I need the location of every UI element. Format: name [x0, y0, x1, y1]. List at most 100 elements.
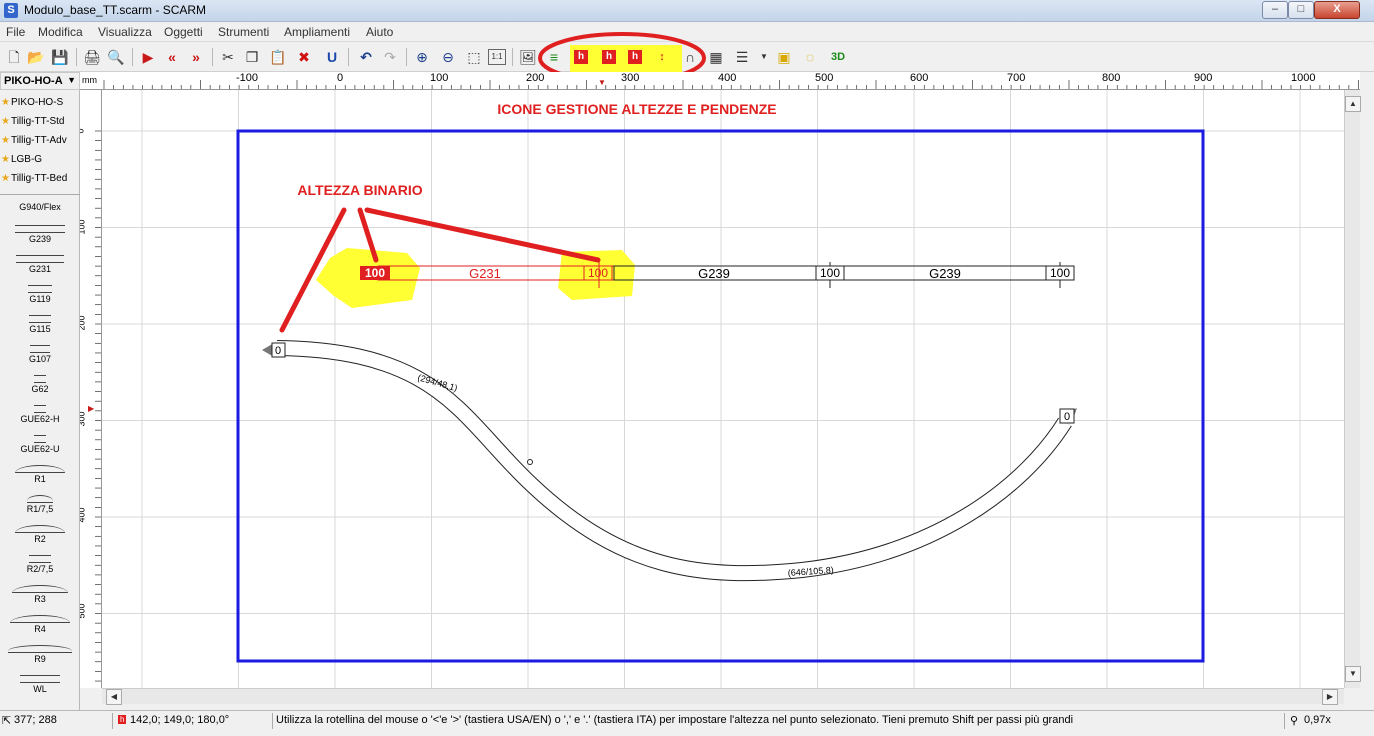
- library-selector[interactable]: PIKO-HO-A ▼: [0, 72, 80, 90]
- star-icon: ★: [1, 97, 10, 108]
- star-icon: ★: [1, 135, 10, 146]
- zoom-1to1-icon[interactable]: 1:1: [488, 49, 506, 65]
- menu-oggetti[interactable]: Oggetti: [164, 25, 203, 39]
- menu-visualizza[interactable]: Visualizza: [98, 25, 152, 39]
- horizontal-scrollbar[interactable]: ◀ ▶: [102, 688, 1344, 705]
- paste-icon[interactable]: 📋: [268, 47, 288, 67]
- track-label: G231: [469, 266, 501, 281]
- scroll-right-button[interactable]: ▶: [1322, 689, 1338, 705]
- library-sidebar: ★PIKO-HO-S ★Tillig-TT-Std ★Tillig-TT-Adv…: [0, 90, 80, 710]
- library-item[interactable]: ★LGB-G: [1, 150, 79, 169]
- ruler-label: 0: [80, 128, 86, 133]
- track-piece[interactable]: G119: [2, 282, 78, 312]
- track-piece[interactable]: GUE62-H: [2, 402, 78, 432]
- height-value: 100: [588, 266, 608, 280]
- track-piece[interactable]: R1/7,5: [2, 492, 78, 522]
- track-piece[interactable]: G62: [2, 372, 78, 402]
- star-icon: ★: [1, 154, 10, 165]
- menu-aiuto[interactable]: Aiuto: [366, 25, 393, 39]
- track-midpoint: [527, 459, 533, 465]
- chevron-down-icon[interactable]: ▼: [754, 47, 774, 67]
- scroll-down-button[interactable]: ▼: [1345, 666, 1361, 682]
- flex-track[interactable]: [276, 340, 1072, 582]
- layout-canvas[interactable]: 100 100 100 100 G231 G239 G239 (294/48,1…: [102, 90, 1344, 688]
- track-piece[interactable]: R3: [2, 582, 78, 612]
- ruler-label: 900: [1194, 72, 1213, 84]
- ruler-label: 500: [80, 603, 87, 619]
- ruler-unit: mm: [80, 72, 102, 90]
- ruler-label: 800: [1102, 72, 1121, 84]
- maximize-button[interactable]: □: [1288, 1, 1314, 19]
- menu-file[interactable]: File: [6, 25, 25, 39]
- delete-icon[interactable]: ✖: [294, 47, 314, 67]
- title-bar: S Modulo_base_TT.scarm - SCARM – □ X: [0, 0, 1374, 22]
- tape-measure-icon[interactable]: ◌: [800, 47, 820, 67]
- curve-label: (646/105,8): [787, 565, 834, 578]
- library-item[interactable]: ★PIKO-HO-S: [1, 93, 79, 112]
- vertical-scrollbar[interactable]: ▲ ▼: [1344, 90, 1361, 688]
- toolbar-separator: [212, 48, 213, 66]
- magnet-icon[interactable]: U: [322, 47, 342, 67]
- lines-icon[interactable]: ☰: [732, 47, 752, 67]
- track-piece[interactable]: GUE62-U: [2, 432, 78, 462]
- close-button[interactable]: X: [1314, 1, 1360, 19]
- measure-icon[interactable]: ▣: [774, 47, 794, 67]
- ruler-label: -100: [236, 72, 259, 84]
- new-file-icon[interactable]: 🗋: [4, 47, 24, 67]
- play-icon[interactable]: ▶: [138, 47, 158, 67]
- view-3d-icon[interactable]: 3D: [828, 47, 848, 67]
- save-icon[interactable]: 💾: [50, 47, 70, 67]
- zoom-out-icon[interactable]: ⊖: [438, 47, 458, 67]
- window-title: Modulo_base_TT.scarm - SCARM: [24, 3, 207, 17]
- track-piece[interactable]: R1: [2, 462, 78, 492]
- undo-icon[interactable]: ↶: [356, 47, 376, 67]
- selection-position: 142,0; 149,0; 180,0°: [130, 714, 230, 726]
- library-item[interactable]: ★Tillig-TT-Bed: [1, 169, 79, 188]
- ruler-label: 200: [80, 315, 87, 331]
- rewind-icon[interactable]: «: [162, 47, 182, 67]
- minimize-button[interactable]: –: [1262, 1, 1288, 19]
- cut-icon[interactable]: ✂: [218, 47, 238, 67]
- zoom-in-icon[interactable]: ⊕: [412, 47, 432, 67]
- height-value: 100: [365, 266, 385, 280]
- height-value: 100: [1050, 266, 1070, 280]
- ruler-label: 0: [337, 72, 344, 84]
- ruler-label: 400: [80, 507, 87, 523]
- redo-icon[interactable]: ↷: [380, 47, 400, 67]
- menu-strumenti[interactable]: Strumenti: [218, 25, 269, 39]
- scroll-up-button[interactable]: ▲: [1345, 96, 1361, 112]
- track-piece[interactable]: R2: [2, 522, 78, 552]
- track-piece[interactable]: G107: [2, 342, 78, 372]
- track-piece[interactable]: G231: [2, 252, 78, 282]
- zoom-icon: ⚲: [1290, 715, 1299, 727]
- status-bar: ⇱ 377; 288 h 142,0; 149,0; 180,0° Utiliz…: [0, 710, 1374, 736]
- ruler-label: 300: [80, 411, 87, 427]
- track-piece[interactable]: G115: [2, 312, 78, 342]
- track-piece[interactable]: R2/7,5: [2, 552, 78, 582]
- ruler-marker-icon: ▶: [88, 404, 95, 413]
- height-value: 100: [820, 266, 840, 280]
- menu-ampliamenti[interactable]: Ampliamenti: [284, 25, 350, 39]
- open-folder-icon[interactable]: 📂: [26, 47, 46, 67]
- library-item[interactable]: ★Tillig-TT-Adv: [1, 131, 79, 150]
- image-icon[interactable]: 🖼: [518, 47, 538, 67]
- copy-icon[interactable]: ❐: [242, 47, 262, 67]
- ruler-label: 600: [910, 72, 929, 84]
- zoom-fit-icon[interactable]: ⬚: [464, 47, 484, 67]
- track-piece[interactable]: R4: [2, 612, 78, 642]
- library-item[interactable]: ★Tillig-TT-Std: [1, 112, 79, 131]
- track-piece[interactable]: R9: [2, 642, 78, 672]
- track-piece[interactable]: WL: [2, 672, 78, 702]
- print-preview-icon[interactable]: 🔍: [106, 47, 126, 67]
- tunnel-icon[interactable]: ▦: [706, 47, 726, 67]
- vertical-ruler-ticks: [95, 130, 101, 682]
- print-icon[interactable]: 🖨: [82, 47, 102, 67]
- star-icon: ★: [1, 173, 10, 184]
- track-piece[interactable]: G239: [2, 222, 78, 252]
- library-selected: PIKO-HO-A: [4, 75, 63, 87]
- menu-modifica[interactable]: Modifica: [38, 25, 83, 39]
- forward-icon[interactable]: »: [186, 47, 206, 67]
- annotation-arrow: [364, 207, 601, 263]
- scroll-left-button[interactable]: ◀: [106, 689, 122, 705]
- track-label: G239: [929, 266, 961, 281]
